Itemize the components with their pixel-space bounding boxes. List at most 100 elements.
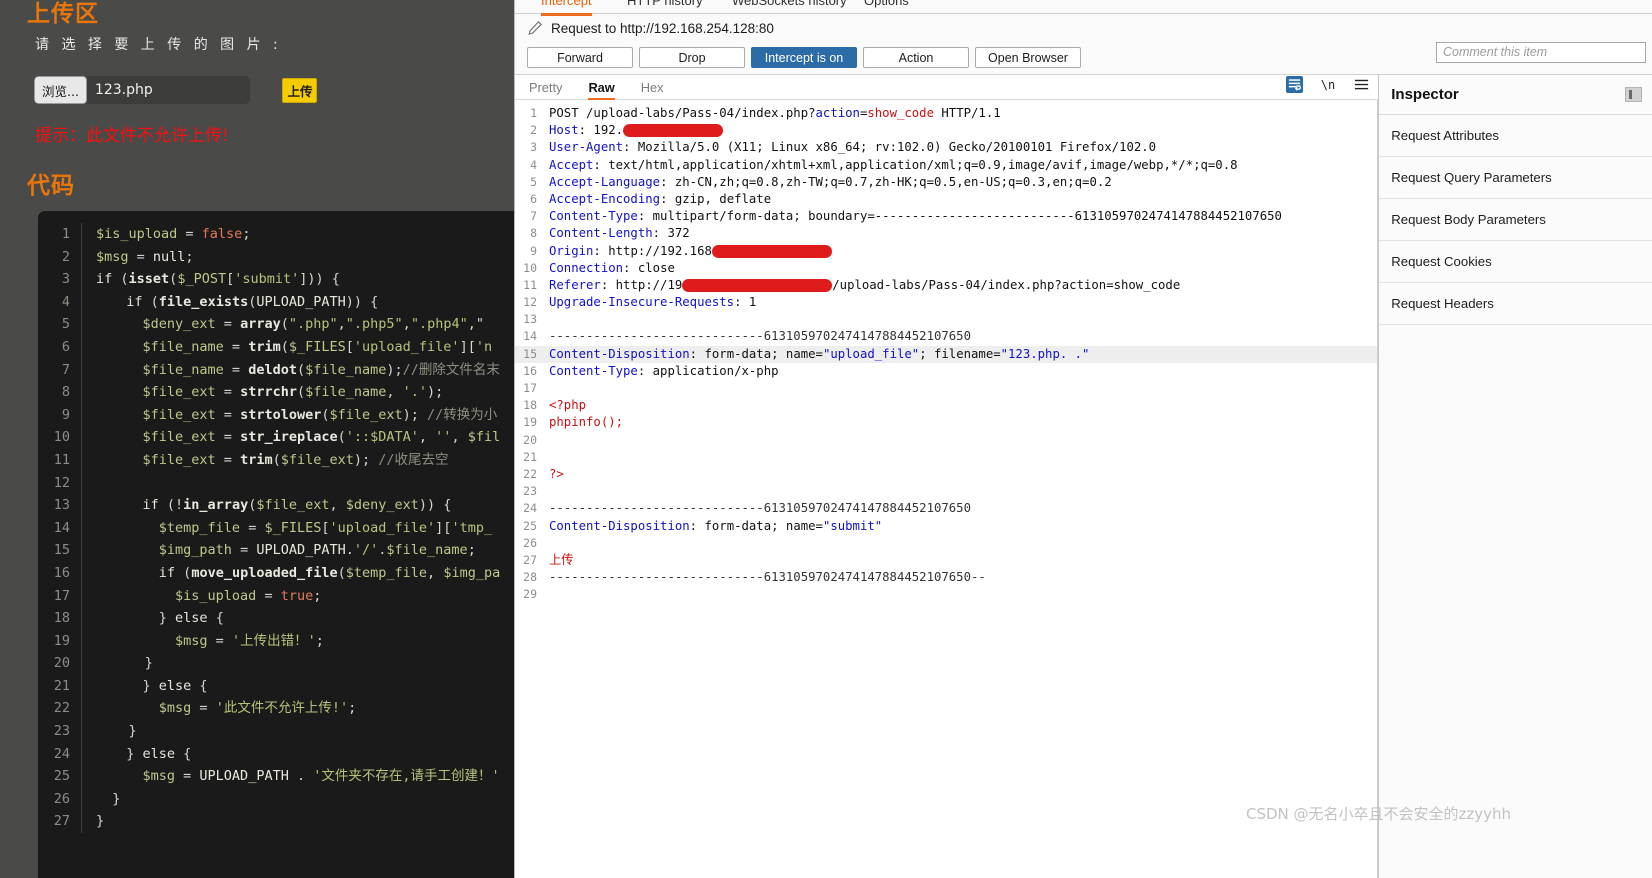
raw-line-text bbox=[543, 449, 549, 466]
code-line-text: $file_name = trim($_FILES['upload_file']… bbox=[142, 338, 493, 355]
code-line-text: $is_upload = false; bbox=[96, 226, 251, 242]
raw-line-text: <?php bbox=[549, 398, 587, 413]
raw-line-text: Accept: text/html,application/xhtml+xml,… bbox=[549, 157, 1238, 172]
code-line-number: 9 bbox=[38, 403, 82, 427]
raw-line-number: 8 bbox=[530, 226, 537, 241]
raw-line: 23 bbox=[515, 483, 1378, 500]
code-line-number: 24 bbox=[38, 742, 82, 766]
raw-line: 22 ?> bbox=[515, 466, 1378, 483]
raw-line-number: 21 bbox=[523, 449, 537, 464]
raw-line: 8 Content-Length: 372 bbox=[515, 225, 1378, 242]
code-line-text: $temp_file = $_FILES['upload_file']['tmp… bbox=[158, 519, 493, 536]
view-tab-pretty[interactable]: Pretty bbox=[529, 75, 562, 100]
code-line: 23 } bbox=[38, 720, 515, 743]
raw-line: 2 Host: 192. bbox=[515, 122, 1378, 139]
selected-file-name: 123.php bbox=[94, 82, 153, 98]
code-line-text: } bbox=[96, 790, 121, 807]
code-line: 25 $msg = UPLOAD_PATH . '文件夹不存在,请手工创建！' bbox=[38, 765, 515, 788]
inspector-title: Inspector bbox=[1391, 86, 1459, 103]
code-line-number: 11 bbox=[38, 448, 82, 472]
burp-tab-intercept[interactable]: Intercept bbox=[541, 0, 592, 16]
raw-line-number: 20 bbox=[523, 432, 537, 447]
raw-line-number: 2 bbox=[530, 123, 537, 138]
raw-line-number: 1 bbox=[530, 106, 537, 120]
code-line-text: $file_ext = strrchr($file_name, '.'); bbox=[142, 384, 444, 401]
code-line: 2 $msg = null; bbox=[38, 245, 515, 269]
code-line: 15 $img_path = UPLOAD_PATH.'/'.$file_nam… bbox=[38, 539, 515, 562]
view-tab-hex[interactable]: Hex bbox=[641, 75, 664, 100]
burp-tab-websockets-history[interactable]: WebSockets history bbox=[732, 0, 847, 13]
raw-line-number: 11 bbox=[523, 277, 537, 292]
raw-line-number: 18 bbox=[523, 398, 537, 413]
code-line: 24 } else { bbox=[38, 742, 515, 766]
inspector-section-request-headers[interactable]: Request Headers bbox=[1379, 283, 1652, 325]
raw-request-text[interactable]: 1 POST /upload-labs/Pass-04/index.php?act… bbox=[515, 100, 1379, 878]
burp-tab-http-history[interactable]: HTTP history bbox=[627, 0, 703, 13]
raw-line-number: 23 bbox=[523, 484, 537, 499]
inspector-section-request-query-parameters[interactable]: Request Query Parameters bbox=[1379, 157, 1652, 199]
code-line: 8 $file_ext = strrchr($file_name, '.'); bbox=[38, 381, 515, 404]
code-line: 26 } bbox=[38, 787, 515, 811]
raw-line: 3 User-Agent: Mozilla/5.0 (X11; Linux x86… bbox=[515, 139, 1378, 156]
intercept-is-on-button[interactable]: Intercept is on bbox=[751, 47, 857, 68]
burp-tab-strip: Intercept HTTP history WebSockets history O… bbox=[515, 0, 1652, 16]
raw-line-text: Origin: http://192.168 bbox=[543, 243, 832, 260]
code-line-number: 17 bbox=[38, 584, 82, 608]
code-line: 16 if (move_uploaded_file($temp_file, $i… bbox=[38, 561, 515, 585]
inspector-section-list: Request Attributes Request Query Paramete… bbox=[1379, 115, 1652, 325]
action-button[interactable]: Action bbox=[863, 47, 969, 68]
open-browser-button[interactable]: Open Browser bbox=[975, 47, 1081, 68]
code-line: 13 if (!in_array($file_ext, $deny_ext)) … bbox=[38, 494, 515, 517]
raw-line-text: Connection: close bbox=[549, 260, 675, 275]
code-line-number: 19 bbox=[38, 629, 82, 653]
redaction-mark bbox=[711, 244, 832, 258]
code-line-text: } bbox=[96, 655, 153, 672]
word-wrap-icon[interactable] bbox=[1285, 76, 1303, 93]
inspector-section-request-body-parameters[interactable]: Request Body Parameters bbox=[1379, 199, 1652, 241]
editor-toolbar-icons: \n bbox=[1285, 76, 1370, 93]
drop-button[interactable]: Drop bbox=[639, 47, 745, 68]
code-line-number: 1 bbox=[38, 223, 82, 246]
raw-line-text: User-Agent: Mozilla/5.0 (X11; Linux x86_… bbox=[549, 140, 1157, 155]
raw-line-text: Host: 192. bbox=[543, 122, 724, 139]
comment-input[interactable]: Comment this item bbox=[1436, 42, 1646, 63]
browse-button[interactable]: 浏览... bbox=[34, 76, 87, 104]
raw-line-text: Referer: http://19/upload-labs/Pass-04/i… bbox=[549, 277, 1181, 292]
raw-line-text: -----------------------------61310597024… bbox=[549, 329, 971, 344]
show-newlines-icon[interactable]: \n bbox=[1321, 78, 1335, 92]
raw-line: 11 Referer: http://19/upload-labs/Pass-04… bbox=[515, 277, 1378, 294]
code-line: 7 $file_name = deldot($file_name);//删除文件… bbox=[38, 358, 515, 382]
choose-file-label: 请 选 择 要 上 传 的 图 片 : bbox=[35, 37, 282, 53]
code-line: 21 } else { bbox=[38, 674, 515, 698]
code-line-number: 6 bbox=[38, 335, 82, 359]
code-line-number: 26 bbox=[38, 787, 82, 811]
code-line-number: 5 bbox=[38, 313, 82, 336]
raw-line-text: phpinfo(); bbox=[549, 415, 624, 430]
raw-line-number: 10 bbox=[523, 260, 537, 275]
hamburger-menu-icon[interactable] bbox=[1353, 76, 1370, 93]
inspector-collapse-icon[interactable] bbox=[1625, 87, 1642, 102]
code-line-number: 7 bbox=[38, 358, 82, 382]
file-input[interactable]: 浏览... 123.php bbox=[34, 76, 250, 104]
upload-submit-button[interactable]: 上传 bbox=[282, 77, 318, 103]
file-upload-row: 浏览... 123.php 上传 bbox=[34, 76, 318, 104]
inspector-section-request-attributes[interactable]: Request Attributes bbox=[1379, 115, 1652, 157]
raw-line-number: 6 bbox=[530, 191, 537, 206]
inspector-section-request-cookies[interactable]: Request Cookies bbox=[1379, 241, 1652, 283]
raw-line: 13 bbox=[515, 311, 1378, 328]
raw-line: 10 Connection: close bbox=[515, 260, 1378, 277]
view-tab-raw[interactable]: Raw bbox=[588, 75, 615, 100]
code-line: 1 $is_upload = false; bbox=[38, 223, 515, 246]
csdn-watermark: CSDN @无名小卒且不会安全的zzyyhh bbox=[1246, 805, 1512, 823]
code-line-number: 27 bbox=[38, 810, 82, 834]
code-line: 18 } else { bbox=[38, 607, 515, 630]
burp-tab-options[interactable]: Options bbox=[864, 0, 909, 13]
raw-line-text: -----------------------------61310597024… bbox=[549, 501, 971, 516]
raw-line-number: 17 bbox=[523, 381, 537, 395]
raw-line-number: 22 bbox=[523, 466, 537, 481]
forward-button[interactable]: Forward bbox=[527, 47, 633, 68]
code-line: 19 $msg = '上传出错！'; bbox=[38, 629, 515, 653]
raw-line: 27 上传 bbox=[515, 552, 1378, 569]
page-title-upload-zone: 上传区 bbox=[27, 1, 99, 27]
raw-line-text: Upgrade-Insecure-Requests: 1 bbox=[549, 295, 757, 310]
